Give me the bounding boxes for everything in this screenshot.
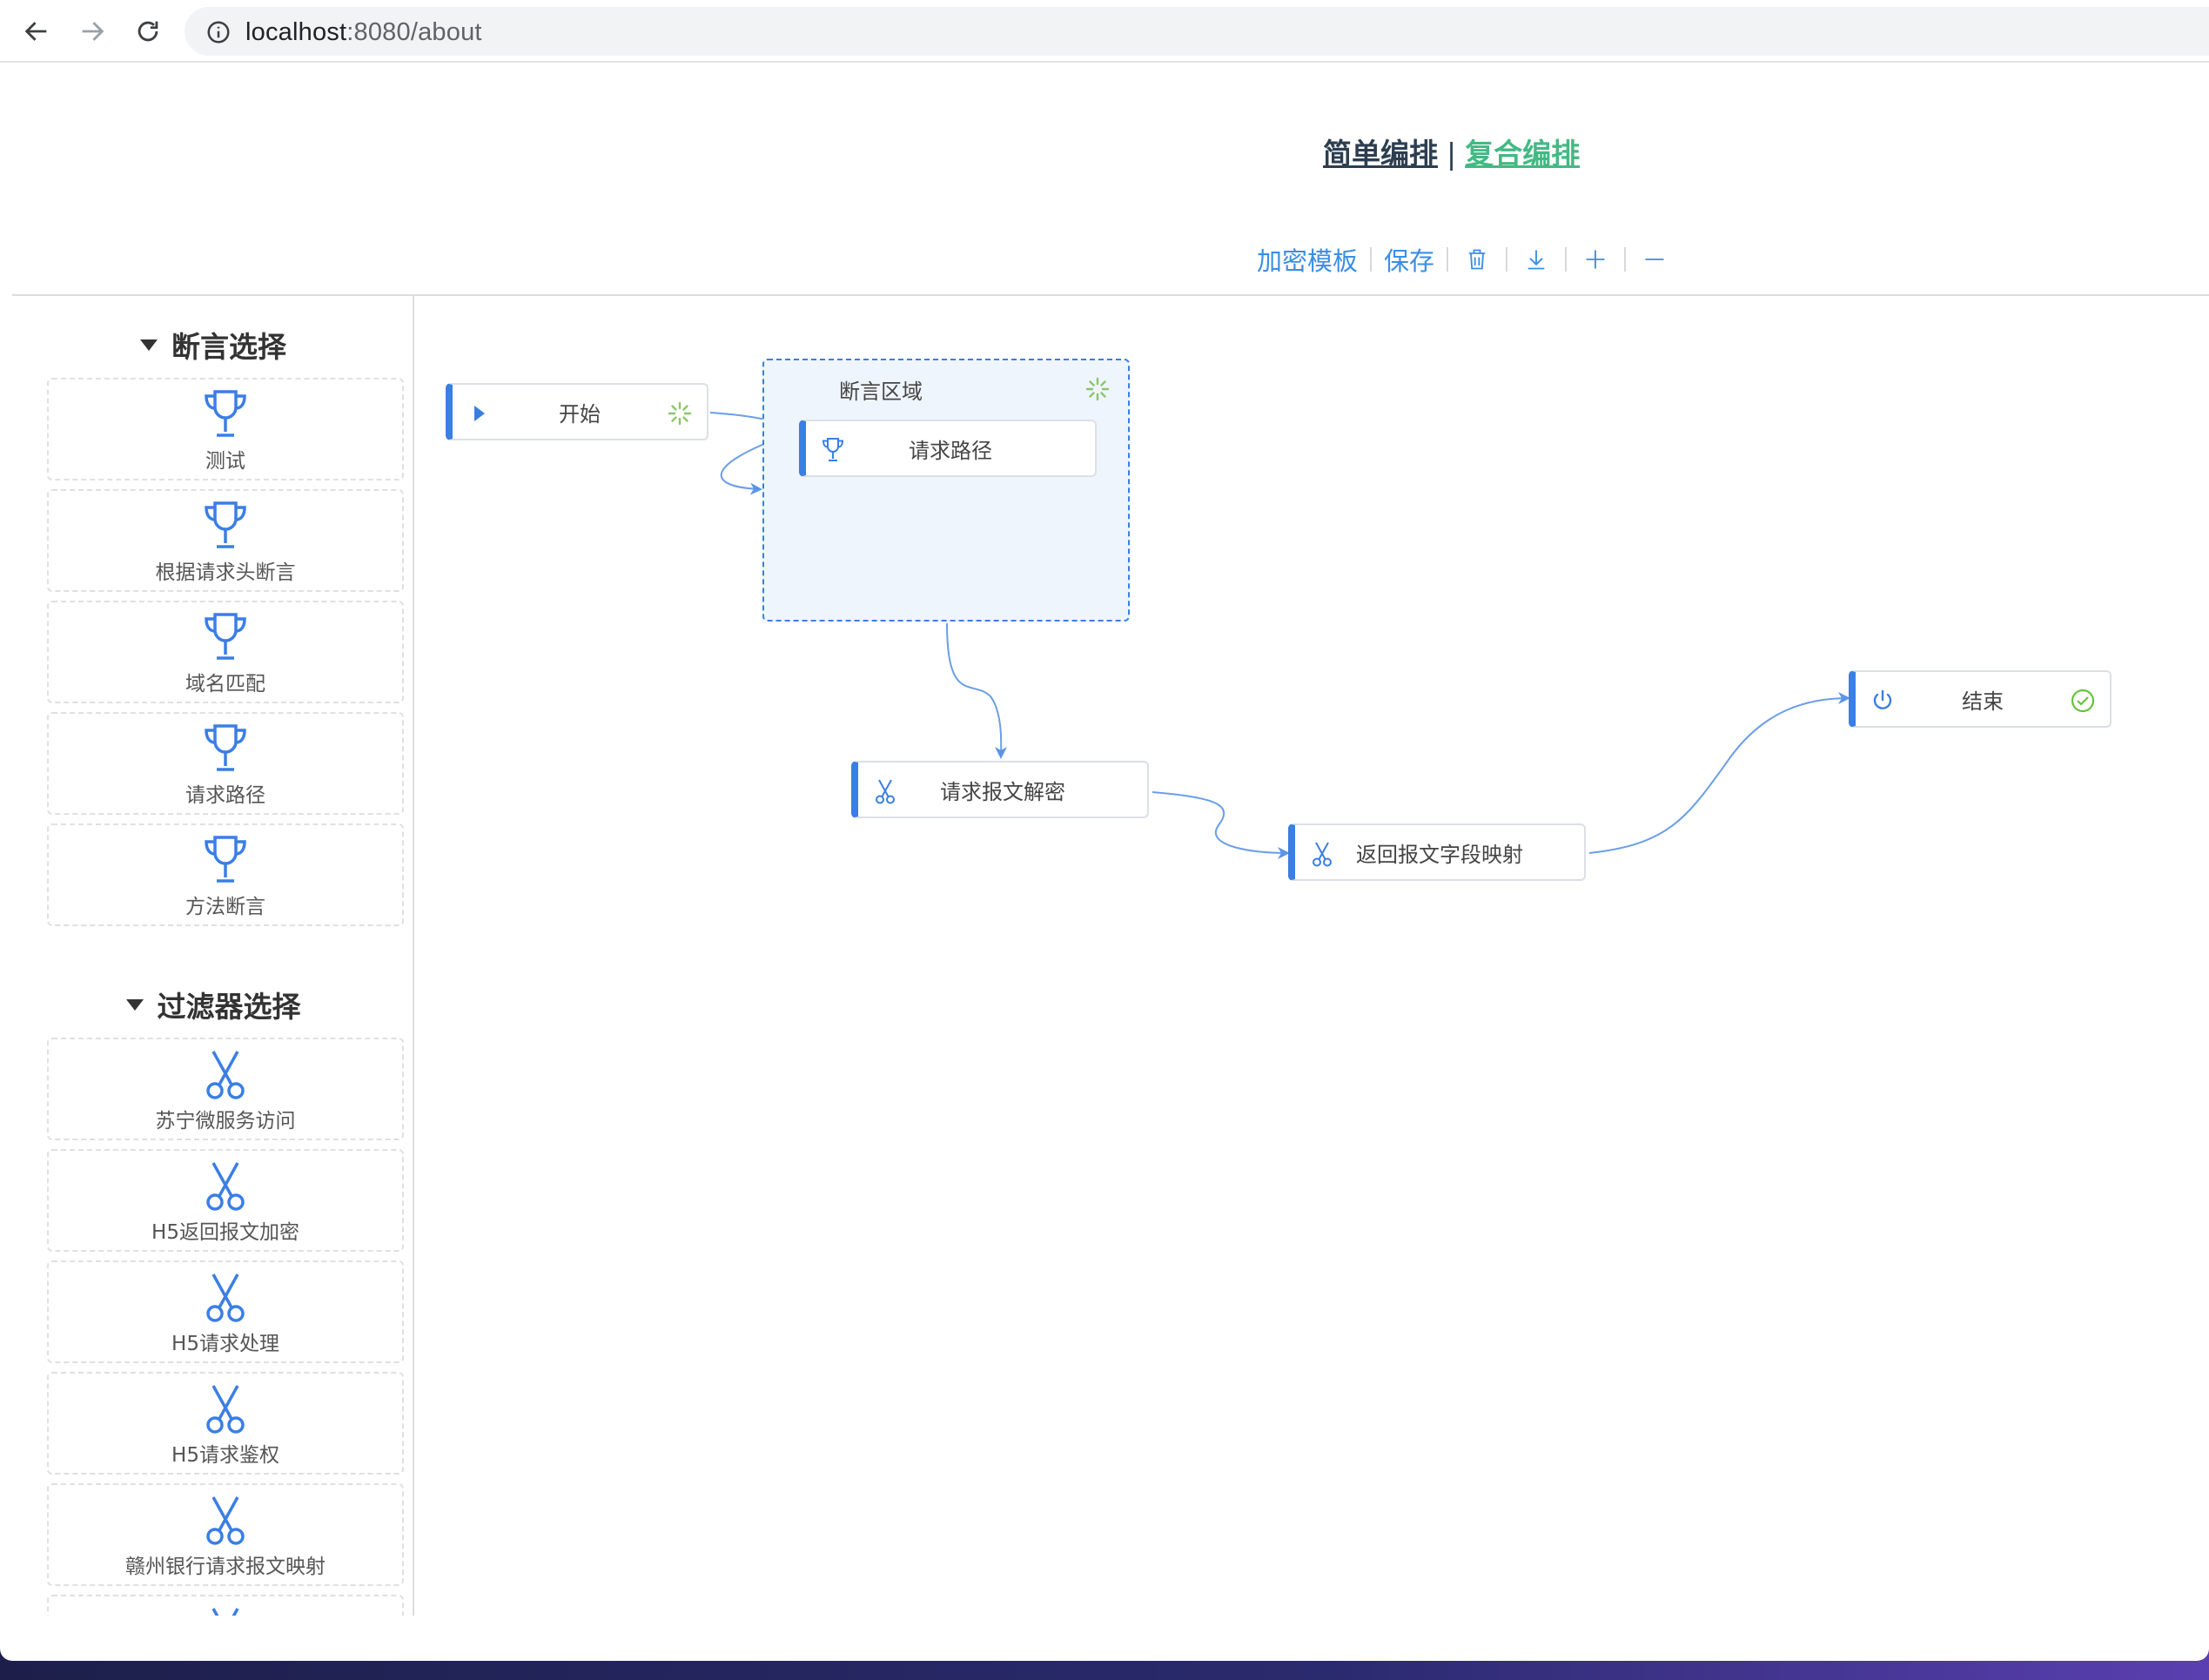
flow-edges xyxy=(709,412,1850,859)
node-label: 请求路径 xyxy=(909,438,992,463)
trophy-icon xyxy=(205,390,246,437)
zoom-in-button[interactable] xyxy=(1567,240,1624,279)
flow-canvas[interactable]: 开始 断言区域 请求路径 请求报文解密 返回报文字段映射 结束 xyxy=(416,296,2209,1616)
save-button[interactable]: 保存 xyxy=(1372,241,1447,278)
scissors-icon xyxy=(212,1608,239,1616)
palette-item-label: 测试 xyxy=(205,450,245,473)
flow-node-start[interactable]: 开始 xyxy=(446,383,708,440)
palette-item-label: 请求路径 xyxy=(185,784,265,807)
edge-decrypt-to-mapping xyxy=(1152,791,1290,859)
scissors-icon xyxy=(206,1273,245,1322)
loading-icon xyxy=(1085,377,1110,401)
zoom-in-icon xyxy=(1586,250,1605,269)
palette-item-label: 苏宁微服务访问 xyxy=(155,1110,296,1132)
browser-toolbar: localhost:8080/about xyxy=(0,0,2209,63)
loading-icon xyxy=(668,401,692,426)
palette-item-assert[interactable]: 方法断言 xyxy=(47,823,404,926)
arrow-left-icon xyxy=(24,22,47,41)
assert-section-header[interactable]: 断言选择 xyxy=(12,320,413,369)
play-icon xyxy=(474,406,485,421)
download-icon xyxy=(1528,250,1545,270)
trophy-icon xyxy=(205,501,246,548)
mode-switch: 简单编排 | 复合编排 xyxy=(1323,131,1580,172)
palette-item-assert[interactable]: 域名匹配 xyxy=(47,601,404,703)
palette-item-filter[interactable]: H5请求处理 xyxy=(47,1260,404,1363)
forward-button[interactable] xyxy=(73,12,111,50)
caret-down-icon xyxy=(125,998,144,1011)
scissors-icon xyxy=(206,1385,245,1434)
scissors-icon xyxy=(206,1051,245,1099)
palette-item-label: 赣州银行请求报文映射 xyxy=(125,1556,326,1578)
check-circle-icon xyxy=(2071,689,2095,713)
palette-item-label: 根据请求头断言 xyxy=(155,561,296,584)
trophy-icon xyxy=(205,613,246,660)
palette-item-assert[interactable]: 请求路径 xyxy=(47,712,404,815)
power-icon xyxy=(1873,689,1892,709)
flow-node-end[interactable]: 结束 xyxy=(1849,670,2112,728)
assert-section-title: 断言选择 xyxy=(171,330,286,364)
url-host: localhost xyxy=(245,18,347,46)
editor-toolbar: 加密模板 保存 xyxy=(1245,240,1683,279)
palette-item-filter[interactable]: 苏宁微服务访问 xyxy=(47,1038,404,1140)
url-text[interactable]: localhost:8080/about xyxy=(245,18,482,47)
palette-item-filter-partial[interactable] xyxy=(47,1595,404,1616)
flow-node-decrypt[interactable]: 请求报文解密 xyxy=(851,761,1149,818)
zoom-out-icon xyxy=(1645,259,1664,260)
mode-complex-link[interactable]: 复合编排 xyxy=(1465,137,1580,171)
scissors-icon xyxy=(206,1162,245,1211)
arrow-right-icon xyxy=(82,22,104,41)
palette-item-label: 域名匹配 xyxy=(185,673,265,696)
trash-icon xyxy=(1468,249,1486,270)
component-palette: 断言选择 测试 根据请求头断言 域名匹配 请求路径 方法断言 过滤器选择 苏宁微… xyxy=(12,296,414,1616)
palette-item-label: H5返回报文加密 xyxy=(151,1221,299,1244)
trophy-icon xyxy=(822,438,844,461)
browser-window: localhost:8080/about 简单编排 |复合编排 加密模板 保存 xyxy=(0,0,2209,1661)
scissors-icon xyxy=(1313,842,1332,867)
reload-icon xyxy=(138,21,158,42)
info-icon[interactable] xyxy=(205,19,232,45)
download-button[interactable] xyxy=(1507,240,1565,279)
mode-simple-link[interactable]: 简单编排 xyxy=(1323,137,1438,171)
palette-item-assert[interactable]: 根据请求头断言 xyxy=(47,489,404,592)
mode-separator: | xyxy=(1447,137,1457,171)
delete-button[interactable] xyxy=(1448,240,1506,279)
assert-group[interactable]: 断言区域 请求路径 xyxy=(762,359,1130,622)
caret-down-icon xyxy=(140,339,158,351)
back-button[interactable] xyxy=(17,12,56,50)
scissors-icon xyxy=(206,1496,245,1545)
palette-item-label: H5请求处理 xyxy=(171,1333,279,1355)
trophy-icon xyxy=(205,724,246,771)
reload-button[interactable] xyxy=(129,12,167,50)
flow-node-mapping[interactable]: 返回报文字段映射 xyxy=(1288,823,1586,881)
palette-item-filter[interactable]: 赣州银行请求报文映射 xyxy=(47,1483,404,1586)
encrypt-template-button[interactable]: 加密模板 xyxy=(1245,241,1370,278)
scissors-icon xyxy=(876,779,895,804)
node-label: 返回报文字段映射 xyxy=(1356,842,1523,867)
palette-item-assert[interactable]: 测试 xyxy=(47,378,404,480)
palette-item-filter[interactable]: H5请求鉴权 xyxy=(47,1372,404,1475)
palette-item-filter[interactable]: H5返回报文加密 xyxy=(47,1149,404,1252)
filter-section-title: 过滤器选择 xyxy=(157,990,301,1024)
address-bar[interactable]: localhost:8080/about xyxy=(185,7,2209,56)
flow-node-request-path[interactable]: 请求路径 xyxy=(799,420,1097,477)
edge-group-to-decrypt xyxy=(946,622,1008,759)
group-title: 断言区域 xyxy=(839,380,923,404)
filter-section-header[interactable]: 过滤器选择 xyxy=(12,980,413,1029)
palette-item-label: 方法断言 xyxy=(185,896,265,918)
zoom-out-button[interactable] xyxy=(1626,240,1683,279)
trophy-icon xyxy=(205,836,246,883)
edge-mapping-to-end xyxy=(1588,692,1850,854)
url-path: :8080/about xyxy=(346,18,482,46)
node-label: 请求报文解密 xyxy=(940,779,1065,804)
palette-item-label: H5请求鉴权 xyxy=(171,1444,279,1467)
